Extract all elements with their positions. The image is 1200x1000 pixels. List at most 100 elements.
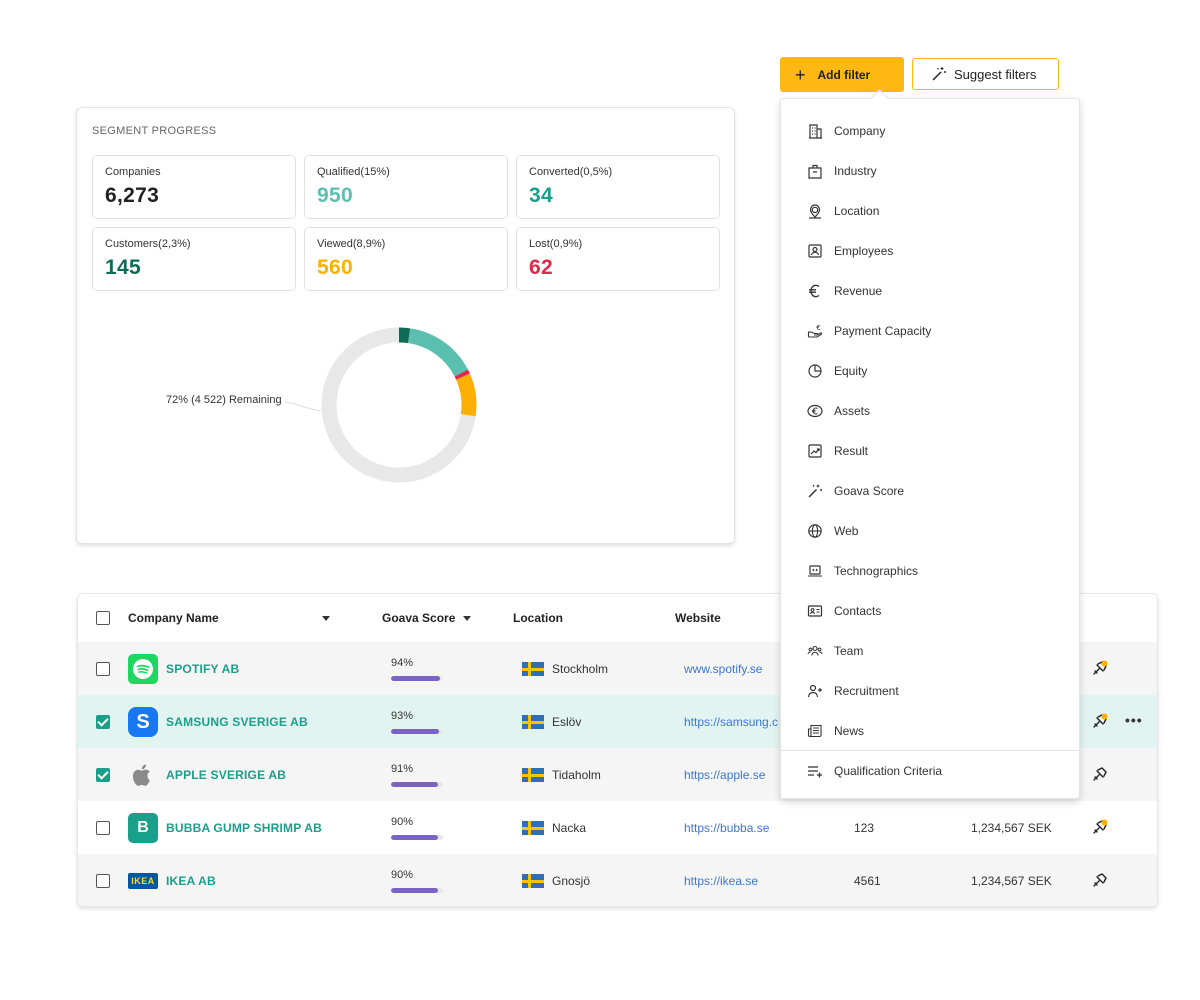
more-options-icon[interactable]: ••• <box>1125 712 1143 728</box>
prospect-alert-icon[interactable] <box>1092 713 1108 729</box>
add-filter-label: Add filter <box>817 67 871 82</box>
euro-icon <box>806 282 824 300</box>
header-website[interactable]: Website <box>675 611 721 625</box>
filter-item-label: Assets <box>834 404 871 418</box>
globe-icon <box>806 522 824 540</box>
stat-value: 6,273 <box>105 184 160 207</box>
header-goava-score[interactable]: Goava Score <box>382 611 472 625</box>
filter-item-industry[interactable]: Industry <box>806 161 877 181</box>
stat-value: 145 <box>105 256 141 279</box>
revenue-value: 1,234,567 SEK <box>971 821 1052 835</box>
filter-item-label: Contacts <box>834 604 882 618</box>
filter-item-revenue[interactable]: Revenue <box>806 281 882 301</box>
website-link[interactable]: https://samsung.c <box>684 715 778 729</box>
donut-slice-viewed <box>456 373 477 417</box>
segment-title: SEGMENT PROGRESS <box>92 125 217 137</box>
dropdown-divider <box>781 750 1079 751</box>
stat-label: Customers(2,3%) <box>105 238 191 250</box>
company-name-link[interactable]: APPLE SVERIGE AB <box>166 768 286 782</box>
prospect-alert-icon[interactable] <box>1092 660 1108 676</box>
goava-score-bar <box>391 888 443 893</box>
filter-item-assets[interactable]: Assets <box>806 401 870 421</box>
filter-item-label: Company <box>834 124 886 138</box>
filter-item-label: Location <box>834 204 880 218</box>
add-filter-button[interactable]: + Add filter <box>780 57 904 92</box>
ikea-logo: IKEA <box>128 873 158 889</box>
suggest-filters-button[interactable]: Suggest filters <box>912 58 1059 90</box>
company-name-link[interactable]: SPOTIFY AB <box>166 662 239 676</box>
goava-score-value: 94% <box>391 657 414 669</box>
select-all-checkbox[interactable] <box>96 611 110 625</box>
bubba-logo: B <box>128 813 158 843</box>
table-row[interactable]: B BUBBA GUMP SHRIMP AB 90% Nacka https://bub… <box>78 801 1157 854</box>
filter-item-label: News <box>834 724 865 738</box>
filter-item-location[interactable]: Location <box>806 201 879 221</box>
stat-value: 34 <box>529 184 553 207</box>
header-label: Website <box>675 611 721 625</box>
goava-score-value: 90% <box>391 816 414 828</box>
filter-item-label: Industry <box>834 164 877 178</box>
filter-item-qualification-criteria[interactable]: Qualification Criteria <box>806 761 942 781</box>
row-checkbox[interactable] <box>96 715 110 729</box>
stat-viewed[interactable]: Viewed(8,9%) 560 <box>304 227 508 291</box>
header-location[interactable]: Location <box>513 611 563 625</box>
filter-item-news[interactable]: News <box>806 721 864 741</box>
location-pin-icon <box>806 202 824 220</box>
building-icon <box>806 122 824 140</box>
stat-companies[interactable]: Companies 6,273 <box>92 155 296 219</box>
sort-caret-icon[interactable] <box>463 616 472 622</box>
company-name-link[interactable]: SAMSUNG SVERIGE AB <box>166 715 308 729</box>
stat-lost[interactable]: Lost(0,9%) 62 <box>516 227 720 291</box>
filter-item-web[interactable]: Web <box>806 521 858 541</box>
table-row[interactable]: IKEA IKEA AB 90% Gnosjö https://ikea.se 4561 1… <box>78 854 1157 906</box>
donut-slice-lost <box>454 369 470 380</box>
row-checkbox[interactable] <box>96 821 110 835</box>
filter-item-label: Equity <box>834 364 868 378</box>
filter-item-label: Employees <box>834 244 894 258</box>
stat-value: 560 <box>317 256 353 279</box>
logo-text: IKEA <box>131 876 155 886</box>
remaining-leader-line <box>284 401 322 412</box>
website-link[interactable]: https://bubba.se <box>684 821 769 835</box>
prospect-alert-icon[interactable] <box>1092 819 1108 835</box>
prospect-icon[interactable] <box>1092 766 1108 782</box>
website-link[interactable]: https://ikea.se <box>684 874 758 888</box>
filter-item-team[interactable]: Team <box>806 641 863 661</box>
company-name-link[interactable]: IKEA AB <box>166 874 216 888</box>
logo-text: B <box>137 819 149 836</box>
goava-score-value: 91% <box>391 763 414 775</box>
filter-item-goava-score[interactable]: Goava Score <box>806 481 904 501</box>
filter-item-contacts[interactable]: Contacts <box>806 601 881 621</box>
filter-item-recruitment[interactable]: Recruitment <box>806 681 899 701</box>
filter-item-payment-capacity[interactable]: € Payment Capacity <box>806 321 931 341</box>
goava-score-value: 90% <box>391 869 414 881</box>
website-link[interactable]: https://apple.se <box>684 768 765 782</box>
filter-item-technographics[interactable]: Technographics <box>806 561 918 581</box>
logo-text: S <box>136 710 150 733</box>
website-link[interactable]: www.spotify.se <box>684 662 762 676</box>
filter-item-employees[interactable]: Employees <box>806 241 893 261</box>
stat-label: Qualified(15%) <box>317 166 390 178</box>
employees-value: 4561 <box>854 874 881 888</box>
filter-item-equity[interactable]: Equity <box>806 361 867 381</box>
row-checkbox[interactable] <box>96 768 110 782</box>
goava-score-bar <box>391 782 443 787</box>
stat-customers[interactable]: Customers(2,3%) 145 <box>92 227 296 291</box>
header-company-name[interactable]: Company Name <box>128 611 219 625</box>
row-checkbox[interactable] <box>96 662 110 676</box>
stat-label: Lost(0,9%) <box>529 238 583 250</box>
sort-caret-icon[interactable] <box>322 616 330 621</box>
stat-converted[interactable]: Converted(0,5%) 34 <box>516 155 720 219</box>
prospect-icon[interactable] <box>1092 872 1108 888</box>
filter-item-company[interactable]: Company <box>806 121 885 141</box>
filter-item-result[interactable]: Result <box>806 441 868 461</box>
sweden-flag-icon <box>522 768 544 782</box>
company-name-link[interactable]: BUBBA GUMP SHRIMP AB <box>166 821 322 835</box>
row-checkbox[interactable] <box>96 874 110 888</box>
stat-qualified[interactable]: Qualified(15%) 950 <box>304 155 508 219</box>
goava-score-fill <box>391 888 438 893</box>
filter-item-label: Qualification Criteria <box>834 764 943 778</box>
stat-label: Viewed(8,9%) <box>317 238 386 250</box>
sweden-flag-icon <box>522 715 544 729</box>
filter-item-label: Technographics <box>834 564 919 578</box>
